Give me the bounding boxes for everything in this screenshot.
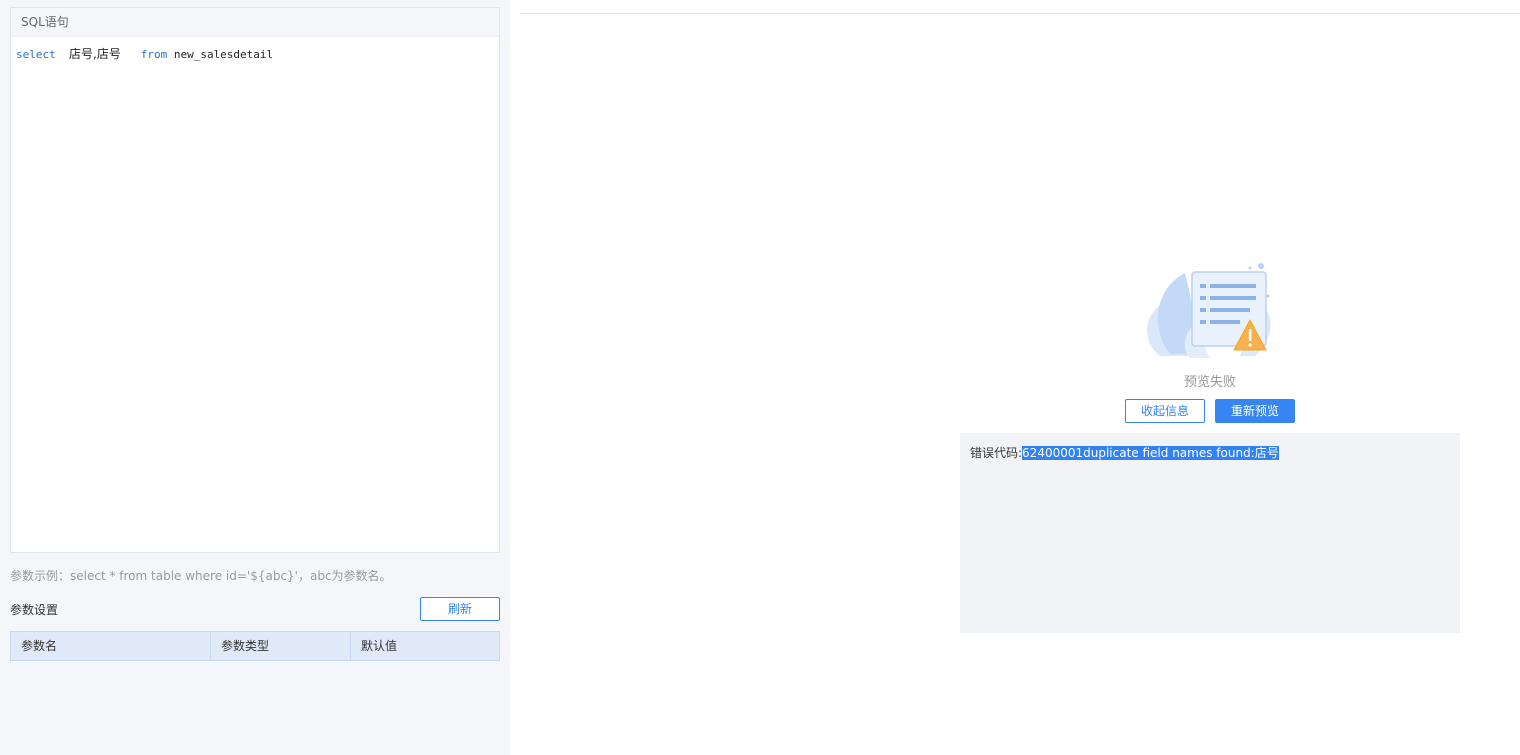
refresh-button[interactable]: 刷新 bbox=[420, 597, 500, 621]
error-message-text: 62400001duplicate field names found:店号 bbox=[1022, 446, 1279, 460]
left-panel: SQL语句 select 店号,店号 from new_salesdetail … bbox=[0, 0, 510, 755]
error-message-box: 错误代码:62400001duplicate field names found… bbox=[960, 433, 1460, 633]
collapse-info-button[interactable]: 收起信息 bbox=[1125, 399, 1205, 423]
error-code-label: 错误代码: bbox=[970, 446, 1023, 460]
sql-editor-panel: SQL语句 select 店号,店号 from new_salesdetail bbox=[10, 7, 500, 553]
column-header-param-name: 参数名 bbox=[11, 632, 211, 660]
preview-status-text: 预览失败 bbox=[1183, 375, 1236, 390]
sql-keyword-select: select bbox=[16, 48, 56, 61]
sql-panel-title: SQL语句 bbox=[11, 8, 499, 37]
divider bbox=[520, 13, 1520, 14]
sql-table-name: new_salesdetail bbox=[173, 48, 274, 61]
column-header-param-type: 参数类型 bbox=[211, 632, 351, 660]
sql-keyword-from: from bbox=[140, 48, 168, 61]
param-settings-title: 参数设置 bbox=[10, 603, 59, 617]
param-example-hint: 参数示例：select * from table where id='${abc… bbox=[10, 569, 392, 583]
column-header-default-value: 默认值 bbox=[361, 639, 398, 653]
param-table-header: 参数名 参数类型 默认值 bbox=[10, 631, 500, 661]
preview-failed-illustration bbox=[1140, 258, 1280, 366]
sql-editor[interactable]: select 店号,店号 from new_salesdetail bbox=[11, 37, 499, 552]
re-preview-button[interactable]: 重新预览 bbox=[1215, 399, 1295, 423]
sql-fields: 店号,店号 bbox=[69, 47, 121, 61]
